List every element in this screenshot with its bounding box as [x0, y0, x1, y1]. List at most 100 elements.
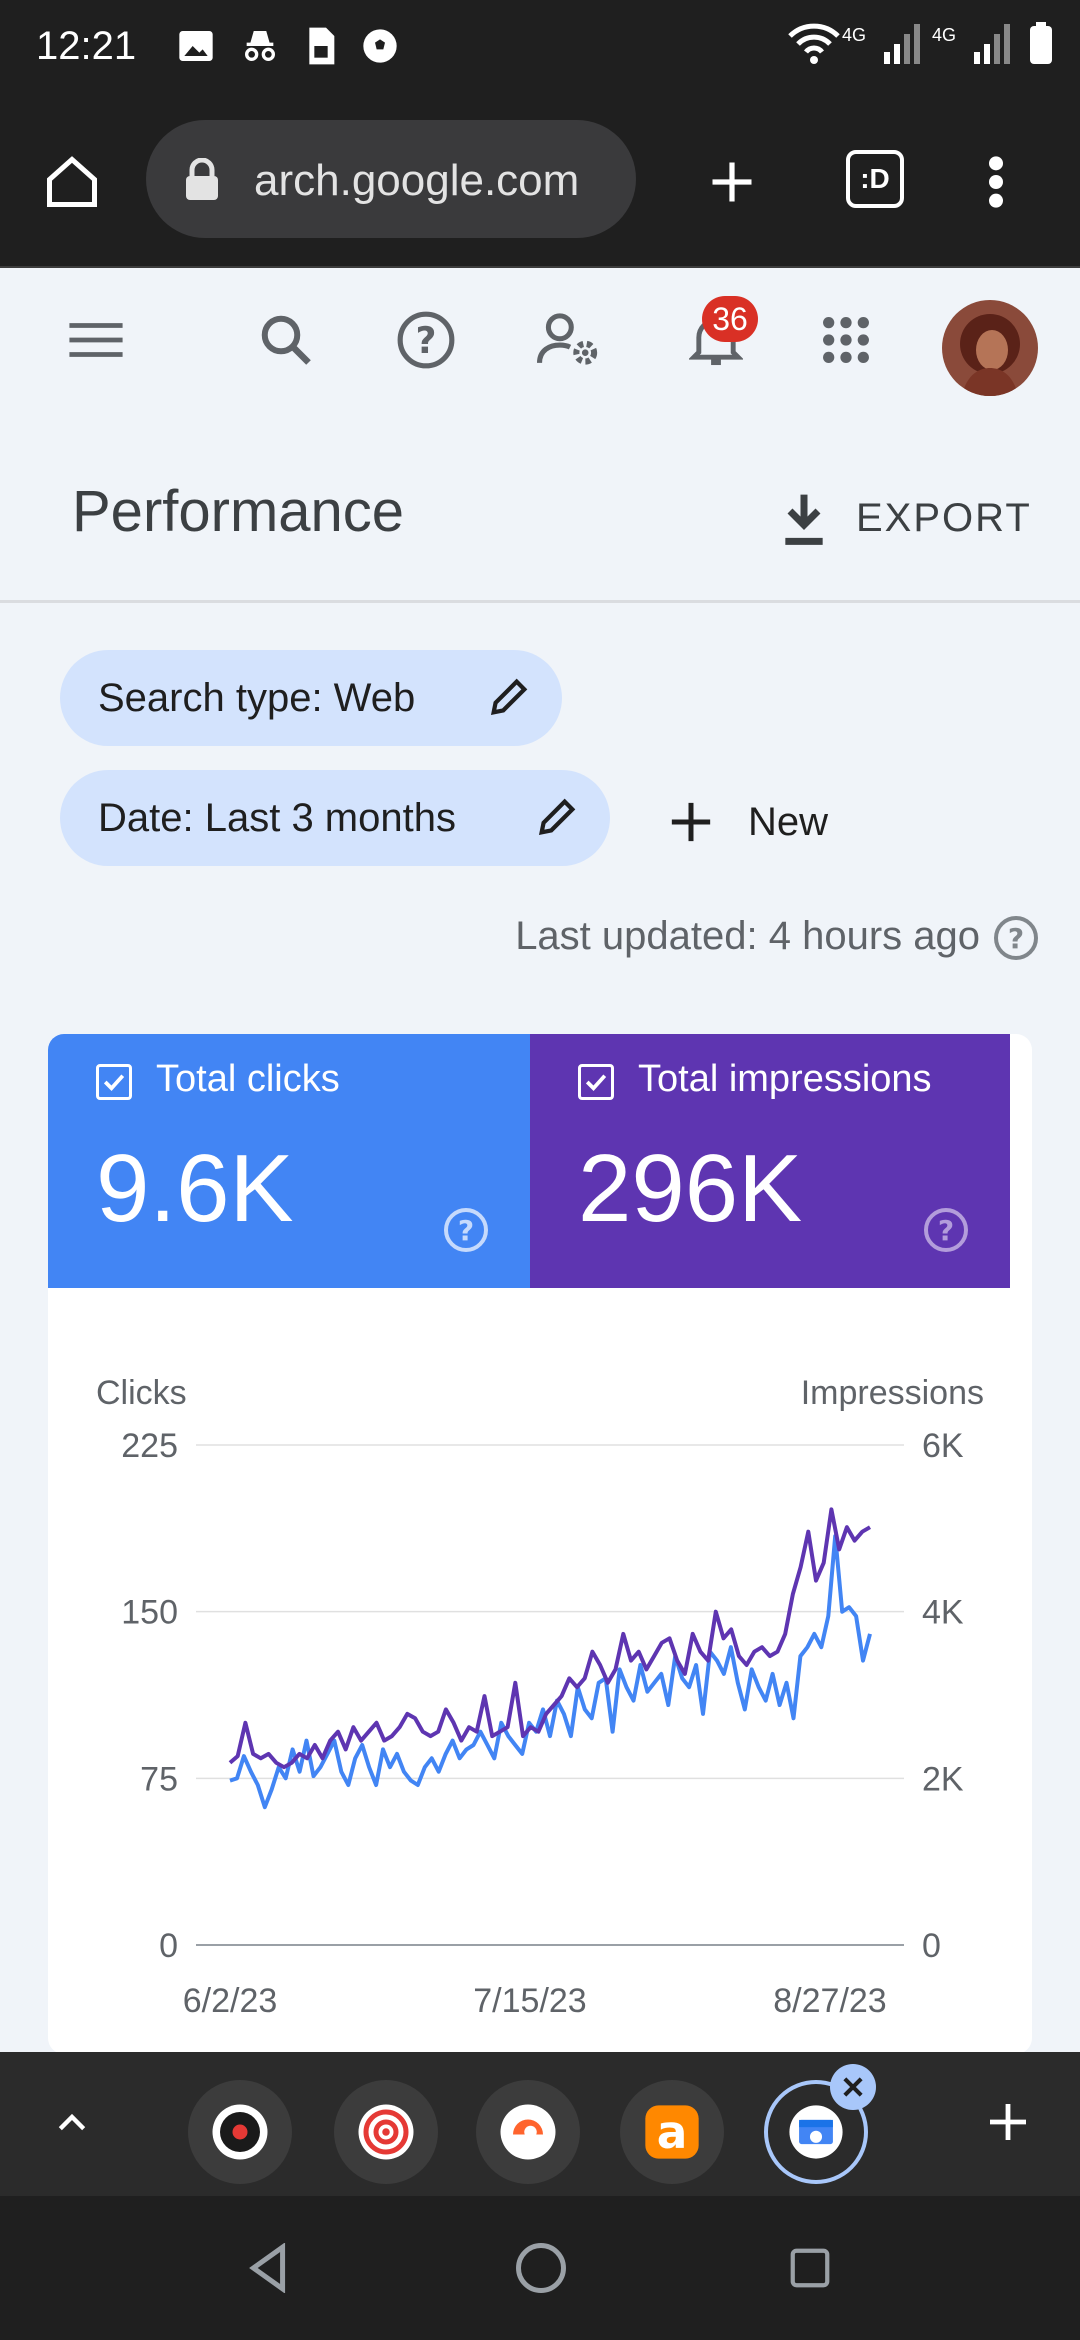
network-type-2: 4G — [931, 24, 956, 45]
total-clicks-card[interactable]: Total clicks 9.6K ? — [48, 1034, 530, 1288]
check-icon — [585, 1074, 607, 1091]
signal-icon-2 — [974, 24, 1010, 64]
search-console-icon — [789, 2105, 843, 2159]
plus-icon — [671, 802, 711, 842]
account-settings-button[interactable] — [530, 300, 610, 380]
plus-icon — [712, 162, 752, 202]
help-icon: ? — [397, 311, 455, 369]
performance-chart: Clicks Impressions 225 6K150 4K75 2K0 06/2/2… — [96, 1374, 984, 2020]
total-clicks-value: 9.6K — [96, 1135, 294, 1242]
semrush-icon — [500, 2104, 556, 2160]
right-tick-label: 6K — [922, 1427, 964, 1465]
check-icon — [103, 1074, 125, 1091]
right-tick-label: 4K — [922, 1594, 964, 1632]
notification-count-badge: 36 — [702, 296, 758, 342]
chevron-up-icon — [58, 2113, 86, 2131]
left-tick-label: 225 — [121, 1427, 178, 1465]
chart-lines — [228, 1507, 872, 1810]
svg-text:?: ? — [1008, 922, 1024, 955]
network-type-1: 4G — [841, 24, 866, 45]
new-filter-button[interactable]: New — [668, 790, 828, 854]
export-label: EXPORT — [856, 495, 1032, 540]
search-button[interactable] — [246, 300, 326, 380]
home-button[interactable] — [30, 140, 114, 224]
svg-text:a: a — [657, 2106, 688, 2159]
x-tick-label: 8/27/23 — [773, 1982, 886, 2020]
tab-3[interactable] — [476, 2080, 580, 2184]
impressions-checkbox[interactable] — [578, 1064, 614, 1100]
incognito-icon — [245, 31, 275, 61]
export-button[interactable]: EXPORT — [780, 486, 1040, 550]
close-tab-button[interactable] — [830, 2064, 876, 2110]
sim-card-icon — [309, 27, 335, 65]
last-updated-text: Last updated: 4 hours ago — [515, 914, 980, 958]
menu-icon — [69, 323, 123, 357]
url-bar[interactable]: arch.google.com — [146, 120, 636, 238]
search-type-label: Search type: Web — [98, 675, 416, 720]
help-icon[interactable]: ? — [922, 1206, 970, 1254]
svg-text:?: ? — [416, 319, 437, 362]
ahrefs-icon: a — [645, 2105, 699, 2159]
left-axis-label: Clicks — [96, 1374, 187, 1412]
download-icon — [785, 494, 823, 545]
apps-grid-icon — [823, 317, 869, 363]
search-type-chip[interactable]: Search type: Web — [60, 650, 562, 746]
x-tick-label: 7/15/23 — [473, 1982, 586, 2020]
tab-2[interactable] — [334, 2080, 438, 2184]
tab-4[interactable]: a — [620, 2080, 724, 2184]
svg-text:?: ? — [458, 1214, 474, 1247]
avatar[interactable] — [942, 300, 1038, 396]
soccer-ball-icon — [363, 29, 397, 63]
clicks-checkbox[interactable] — [96, 1064, 132, 1100]
help-button[interactable]: ? — [386, 300, 466, 380]
x-tick-label: 6/2/23 — [183, 1982, 278, 2020]
svg-text:?: ? — [938, 1214, 954, 1247]
left-tick-label: 0 — [159, 1927, 178, 1965]
browser-menu-button[interactable] — [966, 140, 1026, 224]
url-text: arch.google.com — [254, 156, 580, 205]
recents-square-icon — [790, 2248, 830, 2288]
total-impressions-card[interactable]: Total impressions 296K ? — [530, 1034, 1010, 1288]
help-icon[interactable]: ? — [992, 914, 1040, 962]
hal-eye-icon — [212, 2104, 268, 2160]
menu-button[interactable] — [56, 300, 136, 380]
home-circle-icon — [516, 2243, 566, 2293]
new-tab-button[interactable] — [690, 140, 774, 224]
battery-icon — [1030, 22, 1052, 64]
total-impressions-value: 296K — [578, 1135, 803, 1242]
avatar-image — [942, 300, 1038, 396]
signal-icon — [883, 24, 920, 64]
date-range-label: Date: Last 3 months — [98, 795, 456, 840]
back-triangle-icon — [249, 2243, 286, 2293]
right-tick-label: 0 — [922, 1927, 941, 1965]
total-impressions-label: Total impressions — [638, 1058, 932, 1100]
home-icon — [47, 156, 97, 207]
tab-switcher-button[interactable]: :D — [846, 150, 904, 208]
add-tab-button[interactable] — [976, 2090, 1040, 2154]
target-icon — [358, 2104, 414, 2160]
header-divider — [0, 600, 1080, 603]
manage-accounts-icon — [537, 313, 598, 365]
total-clicks-label: Total clicks — [156, 1058, 340, 1100]
wifi-icon — [788, 23, 840, 64]
status-time: 12:21 — [36, 24, 137, 68]
edit-pencil-icon — [538, 798, 576, 836]
tab-1[interactable] — [188, 2080, 292, 2184]
right-axis-label: Impressions — [801, 1374, 984, 1412]
new-filter-label: New — [748, 799, 829, 844]
expand-tabs-button[interactable] — [40, 2090, 104, 2154]
tab-switcher-label: :D — [860, 163, 890, 194]
left-tick-label: 75 — [140, 1760, 178, 1798]
series-line-clicks — [229, 1534, 872, 1810]
home-nav-button[interactable] — [506, 2232, 576, 2304]
date-range-chip[interactable]: Date: Last 3 months — [60, 770, 610, 866]
browser-toolbar: arch.google.com :D — [0, 100, 1080, 268]
edit-pencil-icon — [490, 678, 528, 716]
status-bar: 12:21 4G 4G — [0, 0, 1080, 100]
back-button[interactable] — [236, 2232, 300, 2304]
search-icon — [261, 315, 311, 365]
help-icon[interactable]: ? — [442, 1206, 490, 1254]
recents-button[interactable] — [778, 2232, 842, 2304]
left-tick-label: 150 — [121, 1594, 178, 1632]
apps-button[interactable] — [806, 300, 886, 380]
